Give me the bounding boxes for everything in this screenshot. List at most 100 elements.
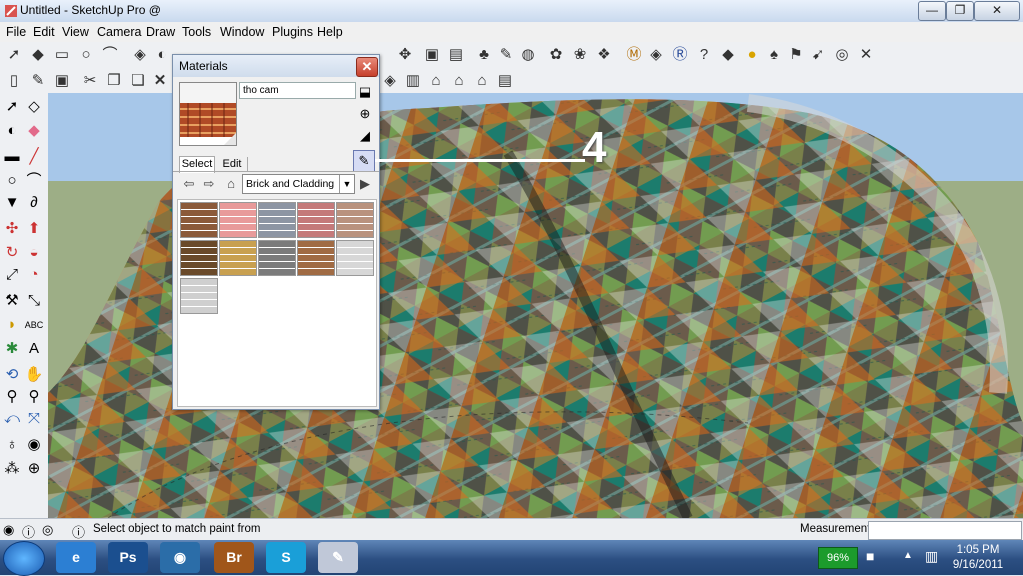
component-icon[interactable]: ◈ [130, 45, 150, 65]
plugin-flag-icon[interactable]: ⚑ [786, 45, 806, 65]
protractor-icon[interactable]: ◗ [2, 315, 22, 335]
look-around-icon[interactable]: ◉ [24, 435, 44, 455]
home-icon[interactable]: ⌂ [223, 176, 239, 192]
plugin-m-icon[interactable]: Ⓜ [624, 45, 644, 65]
menu-tools[interactable]: Tools [182, 25, 211, 39]
plugin-pointer-icon[interactable]: ➹ [808, 45, 828, 65]
plugin-tag-icon[interactable]: ◈ [646, 45, 666, 65]
help-plugin-icon[interactable]: ? [694, 45, 714, 65]
left-view-icon[interactable]: ▤ [495, 71, 515, 91]
walk-icon[interactable]: ⁂ [2, 459, 22, 479]
plugin-sphere-icon[interactable]: ◎ [832, 45, 852, 65]
previous-view-icon[interactable]: ⤺ [2, 409, 22, 429]
material-name-field[interactable]: tho cam [239, 82, 356, 99]
material-swatch[interactable] [219, 240, 257, 276]
copy-icon[interactable]: ❐ [104, 71, 124, 91]
menu-view[interactable]: View [62, 25, 89, 39]
plugin-dot-icon[interactable]: ● [742, 45, 762, 65]
user-icon[interactable]: ◎ [42, 522, 53, 538]
menu-window[interactable]: Window [220, 25, 264, 39]
save-icon[interactable]: ▣ [52, 71, 72, 91]
rectangle-tool-icon[interactable]: ▭ [52, 45, 72, 65]
eraser-tool-icon[interactable]: ◆ [28, 45, 48, 65]
material-swatch[interactable] [258, 202, 296, 238]
zoom-extents-icon[interactable]: ✥ [395, 45, 415, 65]
details-arrow-icon[interactable]: ▶ [357, 176, 373, 192]
section-icon[interactable]: ⊕ [24, 459, 44, 479]
3d-text-icon[interactable]: A [24, 339, 44, 359]
plugin-r-icon[interactable]: Ⓡ [670, 45, 690, 65]
measurements-input[interactable] [868, 521, 1022, 540]
material-swatch[interactable] [219, 202, 257, 238]
material-swatch[interactable] [336, 240, 374, 276]
freehand-icon[interactable]: ∂ [24, 193, 44, 213]
rectangle-icon[interactable]: ▬ [2, 147, 22, 167]
material-swatch[interactable] [258, 240, 296, 276]
plugin-bug-icon[interactable]: ✕ [856, 45, 876, 65]
material-swatch[interactable] [297, 202, 335, 238]
help-icon[interactable]: ⓘ [72, 522, 85, 541]
share-model-icon[interactable]: ▤ [446, 45, 466, 65]
plugin-tool-2-icon[interactable]: ❀ [570, 45, 590, 65]
paint-bucket-icon[interactable]: ◐ [152, 45, 172, 65]
circle-icon[interactable]: ○ [2, 171, 22, 191]
text-tool-icon[interactable]: ABC [24, 315, 44, 335]
follow-me-icon[interactable]: ◒ [24, 243, 44, 263]
globe-icon[interactable]: ◉ [160, 542, 200, 573]
open-file-icon[interactable]: ✎ [28, 71, 48, 91]
start-button[interactable] [3, 541, 45, 576]
geo-location-icon[interactable]: ◉ [3, 522, 14, 538]
paste-icon[interactable]: ❏ [128, 71, 148, 91]
back-view-icon[interactable]: ⌂ [472, 71, 492, 91]
line-icon[interactable]: ╱ [24, 147, 44, 167]
tape-measure-icon[interactable]: ⚒ [2, 291, 22, 311]
default-material-icon[interactable]: ◢ [356, 127, 374, 145]
dimension-icon[interactable]: ⤡ [24, 291, 44, 311]
clock-date[interactable]: 9/16/2011 [948, 559, 1008, 571]
menu-file[interactable]: File [6, 25, 26, 39]
ie-icon[interactable]: e [56, 542, 96, 573]
google-earth-icon[interactable]: ◍ [518, 45, 538, 65]
section-plane-icon[interactable]: ✎ [496, 45, 516, 65]
material-swatch[interactable] [180, 240, 218, 276]
menu-plugins[interactable]: Plugins [272, 25, 313, 39]
close-window-button[interactable]: ✕ [974, 1, 1020, 21]
arc-tool-icon[interactable]: ⌒ [100, 45, 120, 65]
display-secondary-selection-icon[interactable]: ⬓ [356, 83, 374, 101]
material-swatch[interactable] [297, 240, 335, 276]
select-tool-icon[interactable]: ➚ [4, 45, 24, 65]
layers-icon[interactable]: ♣ [474, 45, 494, 65]
plugin-tool-1-icon[interactable]: ✿ [546, 45, 566, 65]
menu-draw[interactable]: Draw [146, 25, 175, 39]
orbit-icon[interactable]: ⟲ [2, 365, 22, 385]
material-swatch[interactable] [180, 278, 218, 314]
material-swatch[interactable] [180, 202, 218, 238]
clock-time[interactable]: 1:05 PM [948, 544, 1008, 556]
right-view-icon[interactable]: ⌂ [449, 71, 469, 91]
show-hidden-icons-icon[interactable]: ▲ [903, 550, 913, 561]
delete-icon[interactable]: ✕ [150, 71, 170, 91]
network-icon[interactable]: ▥ [925, 548, 938, 565]
move-icon[interactable]: ✣ [2, 219, 22, 239]
pan-icon[interactable]: ✋ [24, 365, 44, 385]
paint-icon[interactable]: ◐ [2, 121, 22, 141]
menu-camera[interactable]: Camera [97, 25, 141, 39]
circle-tool-icon[interactable]: ○ [76, 45, 96, 65]
zoom-extents-side-icon[interactable]: ⤧ [24, 409, 44, 429]
new-file-icon[interactable]: ▯ [4, 71, 24, 91]
create-material-icon[interactable]: ⊕ [356, 105, 374, 123]
sample-paint-button[interactable]: ✎ [353, 150, 375, 172]
eraser-icon[interactable]: ◆ [24, 121, 44, 141]
battery-indicator[interactable]: 96% [818, 547, 858, 569]
plugin-tool-3-icon[interactable]: ❖ [594, 45, 614, 65]
cut-icon[interactable]: ✂ [80, 71, 100, 91]
back-icon[interactable]: ⇦ [181, 176, 197, 192]
minimize-button[interactable]: — [918, 1, 946, 21]
axes-icon[interactable]: ✱ [2, 339, 22, 359]
arc-icon[interactable]: ⌒ [24, 171, 44, 191]
bridge-icon[interactable]: Br [214, 542, 254, 573]
sketchup-icon[interactable]: ✎ [318, 542, 358, 573]
maximize-button[interactable]: ❐ [946, 1, 974, 21]
plugin-tag2-icon[interactable]: ◆ [718, 45, 738, 65]
menu-help[interactable]: Help [317, 25, 343, 39]
